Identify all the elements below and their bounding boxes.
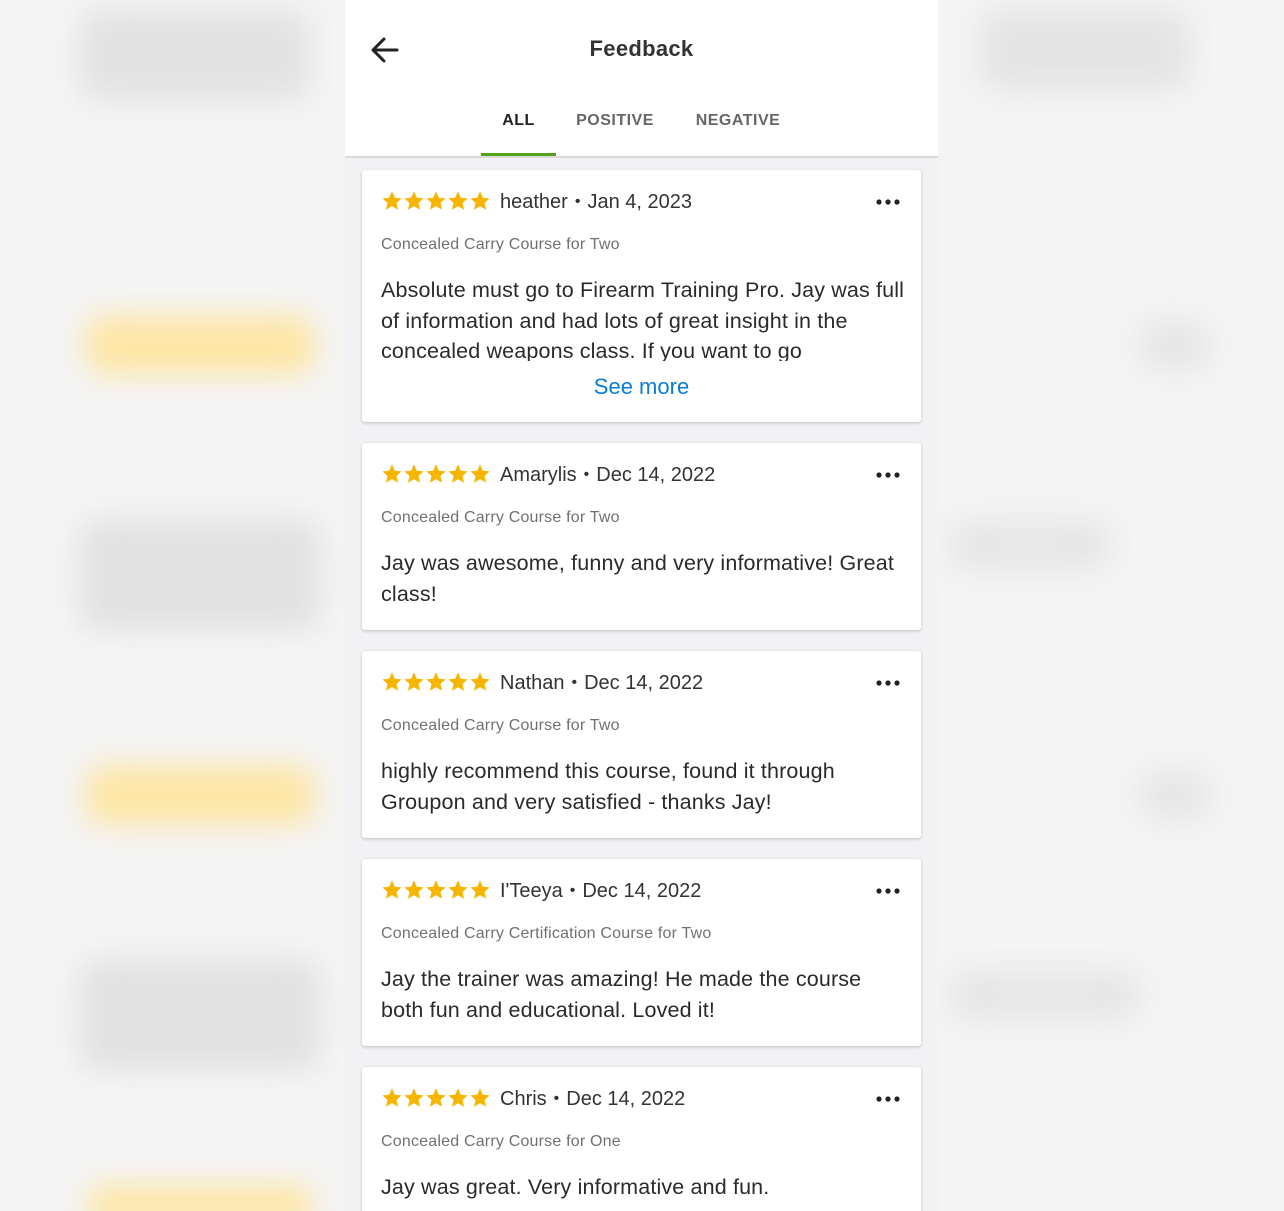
star-icon <box>448 1088 468 1107</box>
star-icon <box>470 191 490 210</box>
more-options-button[interactable] <box>873 463 903 487</box>
star-icon <box>382 1088 402 1107</box>
feedback-screen: Feedback ALL POSITIVE NEGATIVE heather •… <box>345 0 938 1211</box>
star-icon <box>382 672 402 691</box>
review-text: Absolute must go to Firearm Training Pro… <box>381 278 905 361</box>
star-icon <box>382 880 402 899</box>
more-options-button[interactable] <box>873 671 903 695</box>
star-icon <box>470 1088 490 1107</box>
review-header: heather • Jan 4, 2023 <box>381 187 692 217</box>
star-icon <box>426 1088 446 1107</box>
reviewer-name: Nathan <box>500 671 565 694</box>
star-icon <box>404 672 424 691</box>
star-icon <box>470 672 490 691</box>
review-header: Nathan • Dec 14, 2022 <box>381 668 703 698</box>
separator-dot: • <box>571 674 578 691</box>
separator-dot: • <box>574 193 581 210</box>
star-icon <box>404 191 424 210</box>
reviewer-name: I'Teeya <box>500 879 563 902</box>
more-horizontal-icon <box>876 472 900 478</box>
star-icon <box>382 191 402 210</box>
star-icon <box>448 191 468 210</box>
star-icon <box>404 1088 424 1107</box>
tab-all[interactable]: ALL <box>481 108 556 156</box>
separator-dot: • <box>553 1090 560 1107</box>
star-icon <box>426 672 446 691</box>
more-horizontal-icon <box>876 199 900 205</box>
tab-negative[interactable]: NEGATIVE <box>674 108 802 156</box>
review-card: heather • Jan 4, 2023 Concealed Carry Co… <box>362 170 921 422</box>
review-card: I'Teeya • Dec 14, 2022 Concealed Carry C… <box>362 859 921 1046</box>
review-text: highly recommend this course, found it t… <box>381 759 835 814</box>
star-icon <box>448 880 468 899</box>
reviewer-name: heather <box>500 190 568 213</box>
star-icon <box>404 880 424 899</box>
star-rating <box>381 1086 491 1112</box>
star-icon <box>470 464 490 483</box>
review-date: Dec 14, 2022 <box>584 671 704 694</box>
tab-positive[interactable]: POSITIVE <box>556 108 674 156</box>
star-rating <box>381 670 491 696</box>
star-rating <box>381 462 491 488</box>
review-text: Jay was great. Very informative and fun. <box>381 1175 770 1199</box>
see-more-link[interactable]: See more <box>362 374 921 400</box>
review-header: Amarylis • Dec 14, 2022 <box>381 460 715 490</box>
review-date: Dec 14, 2022 <box>582 879 702 902</box>
star-icon <box>448 672 468 691</box>
course-name: Concealed Carry Course for Two <box>381 717 620 734</box>
reviewer-name: Chris <box>500 1087 547 1110</box>
review-text: Jay was awesome, funny and very informat… <box>381 551 894 606</box>
separator-dot: • <box>583 466 590 483</box>
star-icon <box>426 191 446 210</box>
separator-dot: • <box>569 882 576 899</box>
review-header: I'Teeya • Dec 14, 2022 <box>381 876 701 906</box>
review-text: Jay the trainer was amazing! He made the… <box>381 967 862 1022</box>
review-date: Dec 14, 2022 <box>596 463 716 486</box>
more-horizontal-icon <box>876 888 900 894</box>
star-icon <box>470 880 490 899</box>
star-rating <box>381 878 491 904</box>
review-date: Jan 4, 2023 <box>587 190 692 213</box>
more-options-button[interactable] <box>873 1087 903 1111</box>
review-date: Dec 14, 2022 <box>566 1087 686 1110</box>
top-app-bar: Feedback ALL POSITIVE NEGATIVE <box>345 0 938 158</box>
more-options-button[interactable] <box>873 190 903 214</box>
course-name: Concealed Carry Course for Two <box>381 236 620 253</box>
page-title: Feedback <box>589 36 694 61</box>
more-horizontal-icon <box>876 1096 900 1102</box>
star-icon <box>404 464 424 483</box>
star-icon <box>448 464 468 483</box>
more-horizontal-icon <box>876 680 900 686</box>
review-card: Amarylis • Dec 14, 2022 Concealed Carry … <box>362 443 921 630</box>
more-options-button[interactable] <box>873 879 903 903</box>
course-name: Concealed Carry Certification Course for… <box>381 925 712 942</box>
course-name: Concealed Carry Course for Two <box>381 509 620 526</box>
reviewer-name: Amarylis <box>500 463 577 486</box>
course-name: Concealed Carry Course for One <box>381 1133 621 1150</box>
star-icon <box>382 464 402 483</box>
review-card: Nathan • Dec 14, 2022 Concealed Carry Co… <box>362 651 921 838</box>
star-icon <box>426 464 446 483</box>
review-header: Chris • Dec 14, 2022 <box>381 1084 685 1114</box>
star-rating <box>381 189 491 215</box>
feedback-tabs: ALL POSITIVE NEGATIVE <box>481 108 802 156</box>
review-card: Chris • Dec 14, 2022 Concealed Carry Cou… <box>362 1067 921 1211</box>
star-icon <box>426 880 446 899</box>
